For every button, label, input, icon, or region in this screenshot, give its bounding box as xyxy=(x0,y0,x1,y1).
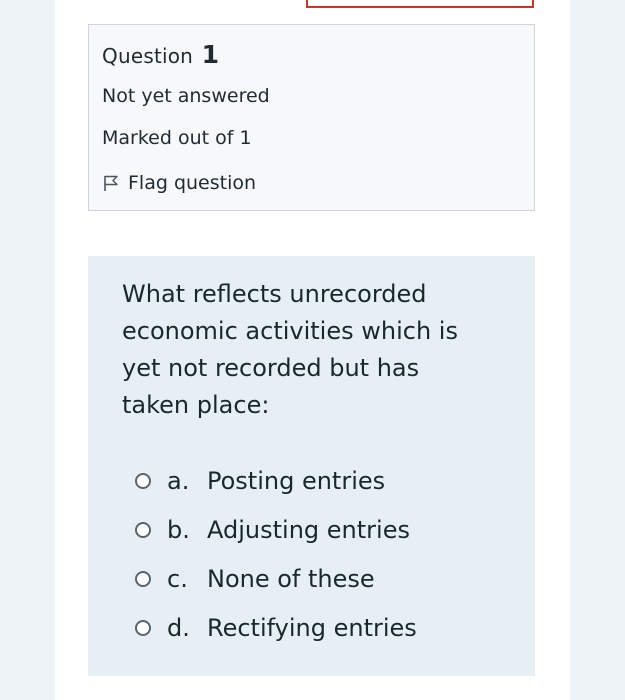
radio-button[interactable] xyxy=(135,570,151,587)
navigation-box-edge xyxy=(306,0,534,8)
radio-button[interactable] xyxy=(135,521,151,538)
answer-options: a. Posting entries b. Adjusting entries … xyxy=(135,456,515,652)
flag-question-button[interactable]: Flag question xyxy=(102,172,256,194)
radio-button[interactable] xyxy=(135,619,151,636)
question-label: Question xyxy=(102,44,194,68)
answer-option-b[interactable]: b. Adjusting entries xyxy=(135,505,515,554)
option-letter: a. xyxy=(167,466,190,495)
option-text: Rectifying entries xyxy=(207,613,417,642)
option-letter: c. xyxy=(167,564,188,593)
option-text: None of these xyxy=(207,564,375,593)
quiz-page: Question 1 Not yet answered Marked out o… xyxy=(0,0,625,700)
answer-option-d[interactable]: d. Rectifying entries xyxy=(135,603,515,652)
question-title: Question 1 xyxy=(102,40,219,69)
option-text: Posting entries xyxy=(207,466,386,495)
flag-icon xyxy=(102,174,120,192)
radio-button[interactable] xyxy=(135,472,151,489)
question-state: Not yet answered xyxy=(102,85,270,107)
answer-option-a[interactable]: a. Posting entries xyxy=(135,456,515,505)
option-letter: b. xyxy=(167,515,190,544)
option-letter: d. xyxy=(167,613,190,642)
question-grade: Marked out of 1 xyxy=(102,127,252,149)
question-content-panel: What reflects unrecorded economic activi… xyxy=(88,256,535,676)
answer-option-c[interactable]: c. None of these xyxy=(135,554,515,603)
question-info-panel: Question 1 Not yet answered Marked out o… xyxy=(88,24,535,211)
question-number: 1 xyxy=(201,40,220,69)
flag-question-label: Flag question xyxy=(128,172,257,194)
option-text: Adjusting entries xyxy=(207,515,410,544)
question-text: What reflects unrecorded economic activi… xyxy=(122,280,458,419)
